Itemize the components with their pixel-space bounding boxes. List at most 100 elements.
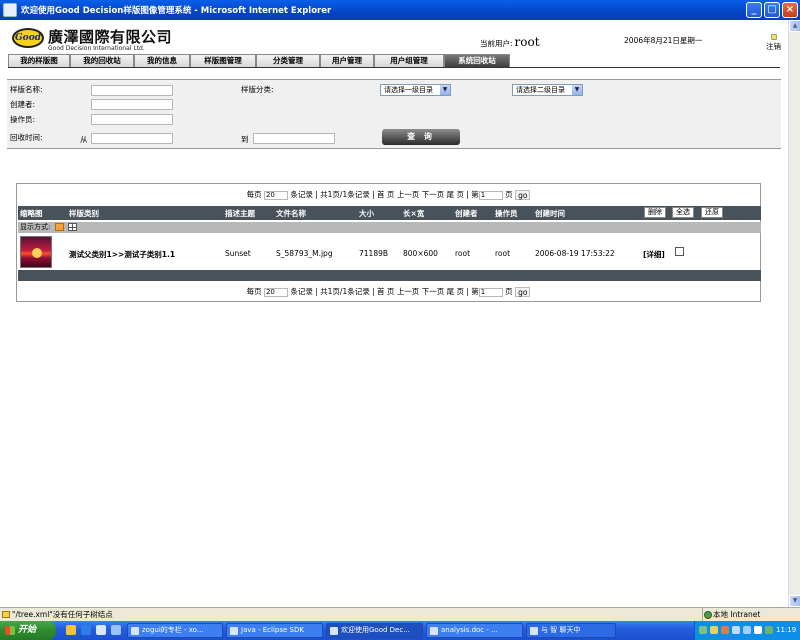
ie-icon (131, 627, 139, 635)
start-button[interactable]: 开始 (0, 621, 56, 640)
scroll-down-icon[interactable]: ▼ (789, 595, 800, 607)
logout-link[interactable]: 注销 (766, 33, 781, 51)
total-records: 共1页/1条记录 (320, 190, 370, 199)
sunset-thumbnail[interactable] (20, 236, 52, 268)
tab-user-mgmt[interactable]: 用户管理 (320, 54, 374, 67)
col-size: 大小 (359, 209, 374, 218)
tray-icon[interactable] (754, 626, 762, 634)
company-name-cn: 廣澤國際有限公司 (48, 28, 173, 46)
minimize-button[interactable]: _ (746, 2, 762, 18)
tray-icon[interactable] (743, 626, 751, 634)
taskbar: 开始 zogui的专栏 - xo... Java - Eclipse SDK 欢… (0, 621, 800, 640)
prev-page-link[interactable]: 上一页 (397, 287, 420, 296)
restore-button[interactable]: 还原 (701, 207, 723, 218)
page-prefix: 第 (471, 190, 479, 199)
task-browser-blog[interactable]: zogui的专栏 - xo... (127, 623, 223, 638)
last-page-link[interactable]: 尾 页 (447, 287, 464, 296)
col-topic: 描述主题 (225, 209, 255, 218)
tab-group-mgmt[interactable]: 用户组管理 (374, 54, 444, 67)
tab-category-mgmt[interactable]: 分类管理 (256, 54, 320, 67)
tray-icon[interactable] (732, 626, 740, 634)
company-logo: Good (12, 28, 44, 48)
page-status-icon (2, 611, 10, 618)
row-checkbox[interactable] (675, 247, 684, 256)
last-page-link[interactable]: 尾 页 (447, 190, 464, 199)
ime-status[interactable]: 与 智 聊天中 (526, 623, 616, 638)
table-header: 缩略图 样版类别 描述主题 文件名称 大小 长×宽 创建者 操作员 创建时间 删… (18, 206, 761, 220)
col-dims: 长×宽 (403, 209, 425, 218)
recycle-time-label: 回收时间: (10, 133, 43, 142)
level2-select[interactable]: 请选择二级目录 ▼ (512, 84, 583, 96)
window-title: 欢迎使用Good Decision样版图像管理系统 - Microsoft In… (21, 6, 332, 16)
task-word-doc[interactable]: analysis.doc - ... (426, 623, 523, 638)
to-date-input[interactable] (253, 133, 335, 144)
tray-icon[interactable] (721, 626, 729, 634)
level1-select[interactable]: 请选择一级目录 ▼ (380, 84, 451, 96)
vertical-scrollbar[interactable]: ▲ ▼ (788, 20, 800, 607)
page-number-input[interactable]: 1 (478, 287, 503, 297)
list-view-icon[interactable] (54, 223, 64, 231)
per-page-input[interactable]: 20 (263, 287, 288, 297)
col-category: 样版类别 (69, 209, 99, 218)
task-label: 欢迎使用Good Dec... (341, 626, 410, 634)
desktop-quicklaunch-icon[interactable] (96, 625, 106, 635)
col-creator: 创建者 (455, 209, 478, 218)
display-mode-bar: 显示方式: (18, 222, 761, 233)
creator-input[interactable] (91, 99, 173, 110)
tray-icon[interactable] (765, 626, 773, 634)
operator-input[interactable] (91, 114, 173, 125)
chat-icon (530, 627, 538, 635)
row-size: 71189B (359, 249, 389, 258)
status-bar: "/tree.xml"没有任何子树结点 本地 Intranet (0, 607, 800, 621)
total-records: 共1页/1条记录 (320, 287, 370, 296)
from-date-input[interactable] (91, 133, 173, 144)
query-button[interactable]: 查 询 (382, 129, 460, 145)
close-button[interactable]: × (782, 2, 798, 18)
ie-quicklaunch-icon[interactable] (81, 625, 91, 635)
current-user: 当前用户: root (480, 35, 540, 49)
task-eclipse[interactable]: Java - Eclipse SDK (226, 623, 323, 638)
table-row[interactable]: 测试父类别1>>测试子类别1.1 Sunset S_58793_M.jpg 71… (18, 235, 761, 269)
name-input[interactable] (91, 85, 173, 96)
row-topic: Sunset (225, 249, 251, 258)
level1-select-value: 请选择一级目录 (384, 86, 433, 94)
media-quicklaunch-icon[interactable] (111, 625, 121, 635)
tab-my-samples[interactable]: 我的样版图 (8, 54, 70, 67)
maximize-button[interactable]: □ (764, 2, 780, 18)
col-thumb: 缩略图 (20, 209, 43, 218)
per-page-label: 每页 (246, 190, 262, 199)
tray-icon[interactable] (710, 626, 718, 634)
company-name-en: Good Decision International Ltd. (48, 45, 145, 52)
current-user-name: root (514, 35, 540, 49)
clock: 11:19 (776, 626, 797, 634)
select-all-button[interactable]: 全选 (672, 207, 694, 218)
go-button[interactable]: go (515, 190, 531, 200)
records-label: 条记录 (290, 190, 313, 199)
grid-view-icon[interactable] (67, 223, 77, 231)
quicklaunch-icon[interactable] (66, 625, 76, 635)
first-page-link[interactable]: 首 页 (377, 287, 394, 296)
task-ie-current[interactable]: 欢迎使用Good Dec... (326, 623, 423, 638)
per-page-input[interactable]: 20 (263, 190, 288, 200)
task-label: zogui的专栏 - xo... (142, 626, 204, 634)
scroll-up-icon[interactable]: ▲ (789, 20, 800, 32)
prev-page-link[interactable]: 上一页 (397, 190, 420, 199)
tab-my-info[interactable]: 我的信息 (134, 54, 190, 67)
tray-icon[interactable] (699, 626, 707, 634)
next-page-link[interactable]: 下一页 (422, 287, 445, 296)
detail-link[interactable]: [详细] (643, 249, 665, 260)
tab-my-recycle[interactable]: 我的回收站 (70, 54, 134, 67)
task-label: Java - Eclipse SDK (241, 626, 304, 634)
status-message: "/tree.xml"没有任何子树结点 (12, 610, 113, 619)
first-page-link[interactable]: 首 页 (377, 190, 394, 199)
tab-sample-mgmt[interactable]: 样版图管理 (190, 54, 256, 67)
page-suffix: 页 (505, 190, 513, 199)
delete-button[interactable]: 删除 (644, 207, 666, 218)
current-user-label: 当前用户: (480, 39, 513, 48)
go-button[interactable]: go (515, 287, 531, 297)
next-page-link[interactable]: 下一页 (422, 190, 445, 199)
row-creator: root (455, 249, 471, 258)
tab-system-recycle[interactable]: 系统回收站 (444, 54, 510, 67)
page-number-input[interactable]: 1 (478, 190, 503, 200)
creator-label: 创建者: (10, 100, 36, 109)
